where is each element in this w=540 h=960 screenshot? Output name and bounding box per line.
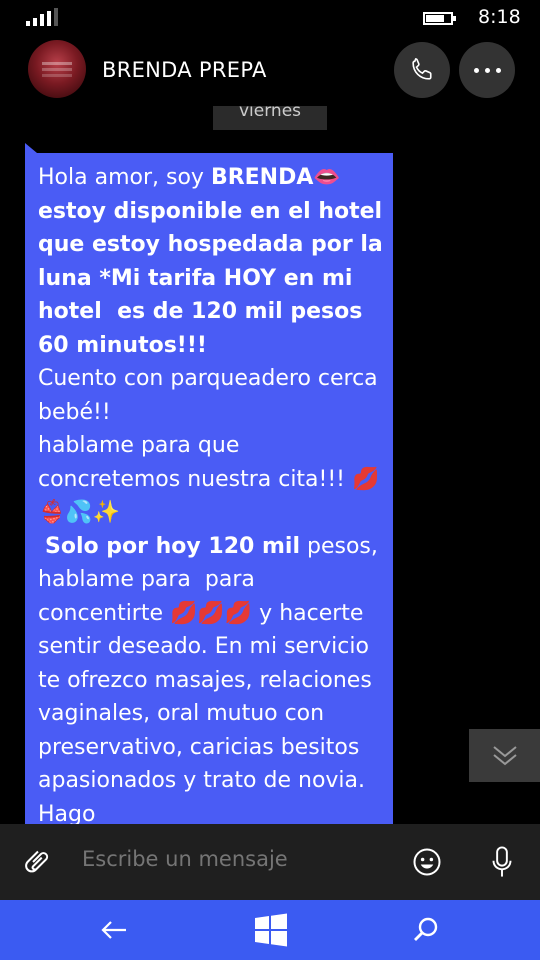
day-separator: viernes [213,106,327,130]
double-chevron-down-icon [492,745,517,765]
attach-button[interactable] [22,846,54,878]
system-navigation-bar [0,900,540,960]
conversation-header: BRENDA PREPA [0,36,540,106]
call-button[interactable] [394,42,450,98]
microphone-button[interactable] [486,846,518,878]
status-time: 8:18 [478,6,521,28]
emoji-icon [413,848,441,876]
message-input[interactable] [82,847,382,871]
contact-name[interactable]: BRENDA PREPA [102,58,267,82]
phone-icon [412,58,432,80]
search-icon [414,917,438,941]
more-options-button[interactable] [459,42,515,98]
search-button[interactable] [406,910,446,950]
signal-strength-icon [26,8,58,26]
message-text: Hola amor, soy BRENDA👄 estoy disponible e… [38,165,383,825]
message-bubble[interactable]: Hola amor, soy BRENDA👄 estoy disponible e… [25,153,393,825]
battery-icon [423,12,456,25]
bubble-tail [25,143,37,153]
compose-bar [0,824,540,900]
scroll-to-bottom-button[interactable] [469,729,540,782]
emoji-button[interactable] [411,846,443,878]
contact-avatar[interactable] [28,40,86,98]
microphone-icon [492,846,512,877]
back-arrow-icon [101,921,126,939]
status-bar: 8:18 [0,0,540,36]
more-dots-icon [473,67,501,73]
paperclip-icon [25,850,49,873]
back-button[interactable] [94,910,134,950]
start-button[interactable] [251,910,291,950]
windows-logo-icon [255,913,287,947]
